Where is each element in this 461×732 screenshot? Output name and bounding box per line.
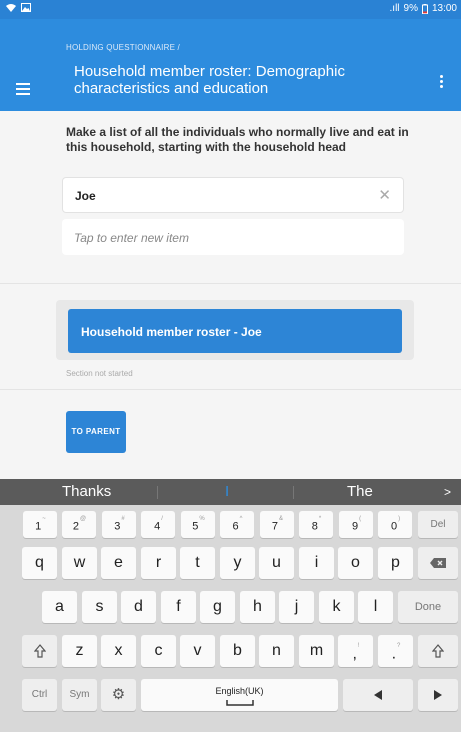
key-0[interactable]: 0) bbox=[378, 511, 412, 538]
key-e[interactable]: e bbox=[101, 547, 136, 579]
keyboard: 1~ 2@ 3# 4/ 5% 6^ 7& 8* 9( 0) Del q w e … bbox=[0, 505, 461, 732]
chevron-right-icon[interactable]: > bbox=[444, 485, 451, 499]
shift-icon bbox=[33, 644, 46, 658]
key-u[interactable]: u bbox=[259, 547, 294, 579]
shift-icon bbox=[432, 644, 444, 658]
section-button[interactable]: Household member roster - Joe bbox=[68, 309, 402, 353]
key-y[interactable]: y bbox=[220, 547, 255, 579]
key-4[interactable]: 4/ bbox=[141, 511, 175, 538]
suggestion-item[interactable]: The bbox=[347, 483, 373, 500]
roster-item[interactable]: Joe ✕ bbox=[62, 177, 404, 213]
space-key[interactable]: English(UK) bbox=[141, 679, 338, 711]
question-text: Make a list of all the individuals who n… bbox=[66, 125, 409, 154]
key-1[interactable]: 1~ bbox=[23, 511, 57, 538]
breadcrumb[interactable]: HOLDING QUESTIONNAIRE / bbox=[66, 43, 180, 52]
key-s[interactable]: s bbox=[82, 591, 117, 623]
space-key-label: English(UK) bbox=[215, 686, 264, 696]
section-status: Section not started bbox=[66, 369, 133, 378]
key-t[interactable]: t bbox=[180, 547, 215, 579]
wifi-icon bbox=[6, 4, 16, 12]
suggestion-item[interactable]: Thanks bbox=[62, 483, 111, 500]
key-n[interactable]: n bbox=[259, 635, 294, 667]
key-l[interactable]: l bbox=[358, 591, 393, 623]
space-icon bbox=[225, 700, 254, 706]
battery-percent: 9% bbox=[403, 3, 418, 14]
key-2[interactable]: 2@ bbox=[62, 511, 96, 538]
divider bbox=[0, 283, 461, 284]
section-button-label: Household member roster - Joe bbox=[81, 325, 262, 339]
clear-icon[interactable]: ✕ bbox=[378, 186, 391, 204]
key-q[interactable]: q bbox=[22, 547, 57, 579]
clock: 13:00 bbox=[431, 3, 457, 14]
key-a[interactable]: a bbox=[42, 591, 77, 623]
app-header: HOLDING QUESTIONNAIRE / Household member… bbox=[0, 19, 461, 111]
key-o[interactable]: o bbox=[338, 547, 373, 579]
suggestion-divider bbox=[293, 486, 294, 499]
key-b[interactable]: b bbox=[220, 635, 255, 667]
section-card: Household member roster - Joe bbox=[56, 300, 414, 360]
delete-key[interactable]: Del bbox=[418, 511, 458, 538]
key-p[interactable]: p bbox=[378, 547, 413, 579]
key-w[interactable]: w bbox=[62, 547, 97, 579]
backspace-key[interactable] bbox=[418, 547, 458, 579]
key-f[interactable]: f bbox=[161, 591, 196, 623]
roster-item-value[interactable]: Joe bbox=[75, 189, 96, 203]
backspace-icon bbox=[430, 558, 446, 568]
key-z[interactable]: z bbox=[62, 635, 97, 667]
status-icons-right: .ıll 9% 13:00 bbox=[390, 3, 457, 14]
cursor-right-key[interactable] bbox=[418, 679, 458, 711]
key-i[interactable]: i bbox=[299, 547, 334, 579]
key-j[interactable]: j bbox=[279, 591, 314, 623]
key-5[interactable]: 5% bbox=[181, 511, 215, 538]
main-content: Make a list of all the individuals who n… bbox=[0, 111, 461, 479]
suggestion-item[interactable]: I bbox=[225, 483, 229, 500]
status-icons-left bbox=[6, 3, 31, 12]
key-9[interactable]: 9( bbox=[339, 511, 373, 538]
key-v[interactable]: v bbox=[180, 635, 215, 667]
image-notification-icon bbox=[21, 3, 31, 12]
key-6[interactable]: 6^ bbox=[220, 511, 254, 538]
settings-key[interactable]: ⚙ bbox=[101, 679, 136, 711]
shift-key-right[interactable] bbox=[418, 635, 458, 667]
key-3[interactable]: 3# bbox=[102, 511, 136, 538]
hamburger-menu-icon[interactable] bbox=[16, 83, 30, 95]
done-key[interactable]: Done bbox=[398, 591, 458, 623]
key-x[interactable]: x bbox=[101, 635, 136, 667]
new-item-placeholder: Tap to enter new item bbox=[74, 231, 189, 245]
divider bbox=[0, 389, 461, 390]
ctrl-key[interactable]: Ctrl bbox=[22, 679, 57, 711]
sym-key[interactable]: Sym bbox=[62, 679, 97, 711]
battery-icon bbox=[421, 3, 428, 14]
key-8[interactable]: 8* bbox=[299, 511, 333, 538]
suggestion-divider bbox=[157, 486, 158, 499]
to-parent-button[interactable]: TO PARENT bbox=[66, 411, 126, 453]
triangle-right-icon bbox=[434, 690, 442, 700]
cursor-left-key[interactable] bbox=[343, 679, 413, 711]
key-d[interactable]: d bbox=[121, 591, 156, 623]
key-period[interactable]: .? bbox=[378, 635, 413, 667]
page-title: Household member roster: Demographic cha… bbox=[74, 63, 345, 97]
gear-icon: ⚙ bbox=[111, 686, 126, 703]
key-comma[interactable]: ,! bbox=[338, 635, 373, 667]
more-options-icon[interactable] bbox=[440, 75, 444, 91]
triangle-left-icon bbox=[374, 690, 382, 700]
keyboard-suggestion-bar: Thanks I The > bbox=[0, 479, 461, 505]
signal-icon: .ıll bbox=[389, 3, 400, 14]
shift-key-left[interactable] bbox=[22, 635, 57, 667]
key-7[interactable]: 7& bbox=[260, 511, 294, 538]
status-bar: .ıll 9% 13:00 bbox=[0, 0, 461, 19]
key-m[interactable]: m bbox=[299, 635, 334, 667]
key-r[interactable]: r bbox=[141, 547, 176, 579]
key-c[interactable]: c bbox=[141, 635, 176, 667]
key-k[interactable]: k bbox=[319, 591, 354, 623]
new-item-input[interactable]: Tap to enter new item bbox=[62, 219, 404, 255]
key-h[interactable]: h bbox=[240, 591, 275, 623]
key-g[interactable]: g bbox=[200, 591, 235, 623]
